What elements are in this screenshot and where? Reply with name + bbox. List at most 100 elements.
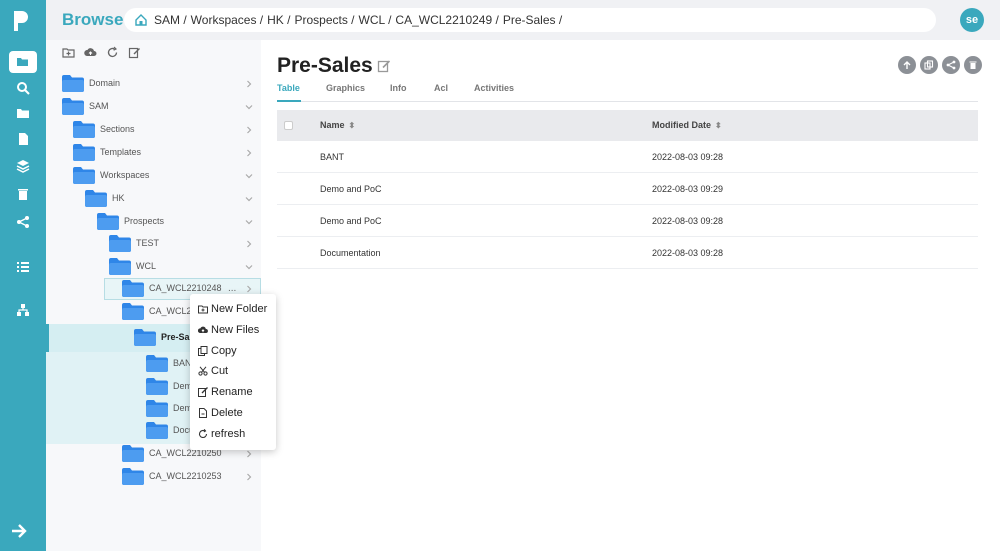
more-options-icon[interactable]: ... xyxy=(228,283,236,294)
menu-item-label: Copy xyxy=(211,345,237,357)
breadcrumb-item[interactable]: SAM / xyxy=(154,13,187,27)
chevron-right-icon[interactable] xyxy=(245,126,253,134)
nav-browse-button[interactable] xyxy=(9,51,37,73)
menu-item-refresh[interactable]: refresh xyxy=(198,425,245,443)
tree-row[interactable]: HK xyxy=(46,188,261,210)
chevron-right-icon[interactable] xyxy=(245,450,253,458)
share-action-button[interactable] xyxy=(942,56,960,74)
tree-row[interactable]: Templates xyxy=(46,142,261,164)
folder-icon xyxy=(17,109,29,118)
tree-row[interactable]: SAM xyxy=(46,96,261,118)
tab-table[interactable]: Table xyxy=(277,83,300,93)
folder-icon xyxy=(122,280,144,297)
nav-hierarchy-button[interactable] xyxy=(9,299,37,321)
tree-row-label: Prospects xyxy=(124,216,165,226)
menu-item-new-files[interactable]: New Files xyxy=(198,321,259,339)
table-row[interactable]: BANT 2022-08-03 09:28 xyxy=(277,141,978,173)
tree-row-label: Sections xyxy=(100,124,135,134)
menu-item-label: Rename xyxy=(211,386,253,398)
menu-item-copy[interactable]: Copy xyxy=(198,342,237,360)
tree-row[interactable]: Sections xyxy=(46,119,261,141)
delete-action-button[interactable] xyxy=(964,56,982,74)
nav-share-button[interactable] xyxy=(9,211,37,233)
folder-icon xyxy=(122,445,144,462)
column-header-modified[interactable]: Modified Date ⬍ xyxy=(652,120,722,130)
upload-action-button[interactable] xyxy=(898,56,916,74)
row-name[interactable]: Documentation xyxy=(320,248,381,258)
column-header-name[interactable]: Name ⬍ xyxy=(320,120,355,130)
tab-graphics[interactable]: Graphics xyxy=(326,83,365,93)
tree-row-label: WCL xyxy=(136,261,156,271)
refresh-button[interactable] xyxy=(106,46,119,59)
tree-row[interactable]: WCL xyxy=(46,256,261,278)
chevron-down-icon[interactable] xyxy=(245,218,253,226)
tree-row[interactable]: CA_WCL2210253 xyxy=(46,466,261,488)
edit-title-icon[interactable] xyxy=(377,59,391,73)
arrow-right-icon[interactable] xyxy=(9,521,29,541)
chevron-down-icon[interactable] xyxy=(245,172,253,180)
breadcrumb-item[interactable]: Pre-Sales / xyxy=(503,13,562,27)
breadcrumb-item[interactable]: WCL / xyxy=(359,13,392,27)
nav-folders-button[interactable] xyxy=(9,102,37,124)
chevron-right-icon[interactable] xyxy=(245,285,253,293)
chevron-right-icon[interactable] xyxy=(245,473,253,481)
breadcrumb-item[interactable]: Prospects / xyxy=(294,13,354,27)
nav-documents-button[interactable] xyxy=(9,128,37,150)
tree-row[interactable]: Domain xyxy=(46,73,261,95)
chevron-down-icon[interactable] xyxy=(245,195,253,203)
copy-icon xyxy=(198,346,208,356)
tab-activities[interactable]: Activities xyxy=(474,83,514,93)
tree-row-label: BAN xyxy=(173,358,192,368)
table-row[interactable]: Demo and PoC 2022-08-03 09:29 xyxy=(277,173,978,205)
rename-icon xyxy=(198,387,208,397)
tab-info[interactable]: Info xyxy=(390,83,407,93)
chevron-right-icon[interactable] xyxy=(245,80,253,88)
table-row[interactable]: Demo and PoC 2022-08-03 09:28 xyxy=(277,205,978,237)
sort-icon: ⬍ xyxy=(348,121,356,130)
nav-search-button[interactable] xyxy=(9,77,37,99)
menu-item-label: Delete xyxy=(211,407,243,419)
chevron-right-icon[interactable] xyxy=(245,149,253,157)
chevron-down-icon[interactable] xyxy=(245,263,253,271)
chevron-down-icon[interactable] xyxy=(245,103,253,111)
edit-button[interactable] xyxy=(128,46,141,59)
tree-row[interactable]: Prospects xyxy=(46,211,261,233)
nav-layers-button[interactable] xyxy=(9,155,37,177)
layers-icon xyxy=(16,160,30,173)
row-name[interactable]: BANT xyxy=(320,152,344,162)
chevron-right-icon[interactable] xyxy=(245,240,253,248)
top-bar: Browse SAM / Workspaces / HK / Prospects… xyxy=(46,0,1000,40)
tree-row-label: CA_WCL2210253 xyxy=(149,471,222,481)
row-name[interactable]: Demo and PoC xyxy=(320,184,382,194)
breadcrumb-item[interactable]: CA_WCL2210249 / xyxy=(395,13,498,27)
copy-action-button[interactable] xyxy=(920,56,938,74)
trash-icon xyxy=(969,61,977,69)
row-name[interactable]: Demo and PoC xyxy=(320,216,382,226)
menu-item-rename[interactable]: Rename xyxy=(198,383,253,401)
table-row[interactable]: Documentation 2022-08-03 09:28 xyxy=(277,237,978,269)
tab-acl[interactable]: Acl xyxy=(434,83,448,93)
nav-trash-button[interactable] xyxy=(9,183,37,205)
breadcrumb-item[interactable]: Workspaces / xyxy=(191,13,263,27)
menu-item-delete[interactable]: Delete xyxy=(198,404,243,422)
folder-icon xyxy=(73,144,95,161)
breadcrumb-item[interactable]: HK / xyxy=(267,13,290,27)
menu-item-label: New Files xyxy=(211,324,260,336)
menu-item-new-folder[interactable]: New Folder xyxy=(198,300,267,318)
tree-row[interactable]: Workspaces xyxy=(46,165,261,187)
menu-item-label: Cut xyxy=(211,365,229,377)
row-modified: 2022-08-03 09:28 xyxy=(652,216,724,226)
tree-row-label: SAM xyxy=(89,101,109,111)
folder-icon xyxy=(122,303,144,320)
menu-item-cut[interactable]: Cut xyxy=(198,362,228,380)
upload-button[interactable] xyxy=(84,46,97,59)
edit-icon xyxy=(128,47,140,59)
tree-row[interactable]: TEST xyxy=(46,233,261,255)
home-icon[interactable] xyxy=(134,13,148,27)
row-modified: 2022-08-03 09:28 xyxy=(652,152,724,162)
select-all-checkbox[interactable] xyxy=(284,121,293,130)
nav-tasks-button[interactable] xyxy=(9,256,37,278)
new-folder-button[interactable] xyxy=(62,46,75,59)
user-avatar[interactable]: se xyxy=(960,8,984,32)
folder-icon xyxy=(73,121,95,138)
